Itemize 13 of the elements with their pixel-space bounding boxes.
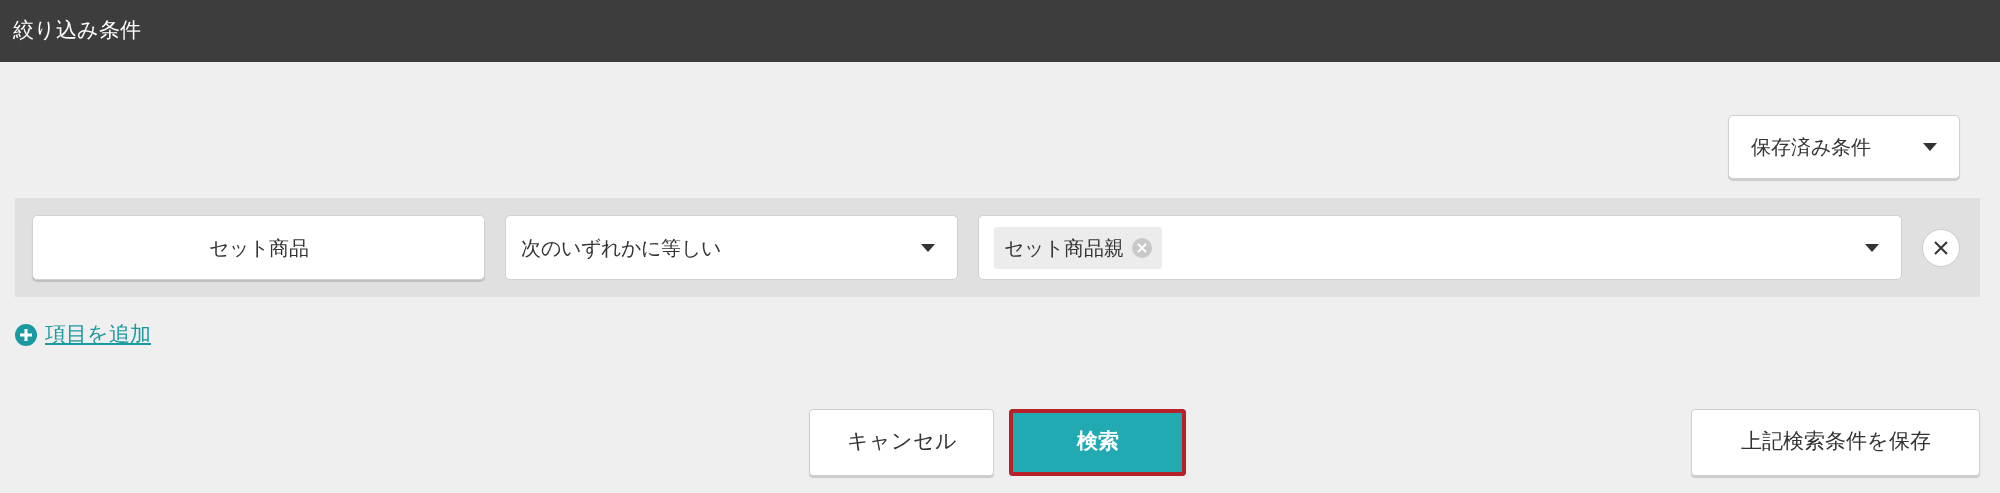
- value-tag: セット商品親: [994, 226, 1162, 269]
- saved-conditions-dropdown[interactable]: 保存済み条件: [1728, 115, 1960, 179]
- save-conditions-button[interactable]: 上記検索条件を保存: [1691, 408, 1980, 476]
- header-title: 絞り込み条件: [13, 17, 141, 45]
- caret-icon: [1865, 243, 1879, 252]
- caret-icon: [921, 243, 935, 252]
- field-button[interactable]: セット商品: [32, 215, 485, 280]
- value-select[interactable]: セット商品親: [978, 215, 1902, 280]
- caret-icon: [1923, 143, 1937, 151]
- close-icon[interactable]: [1922, 228, 1960, 267]
- operator-select[interactable]: 次のいずれかに等しい: [505, 215, 958, 280]
- plus-circle-icon: [15, 323, 37, 346]
- cancel-button[interactable]: キャンセル: [809, 408, 994, 476]
